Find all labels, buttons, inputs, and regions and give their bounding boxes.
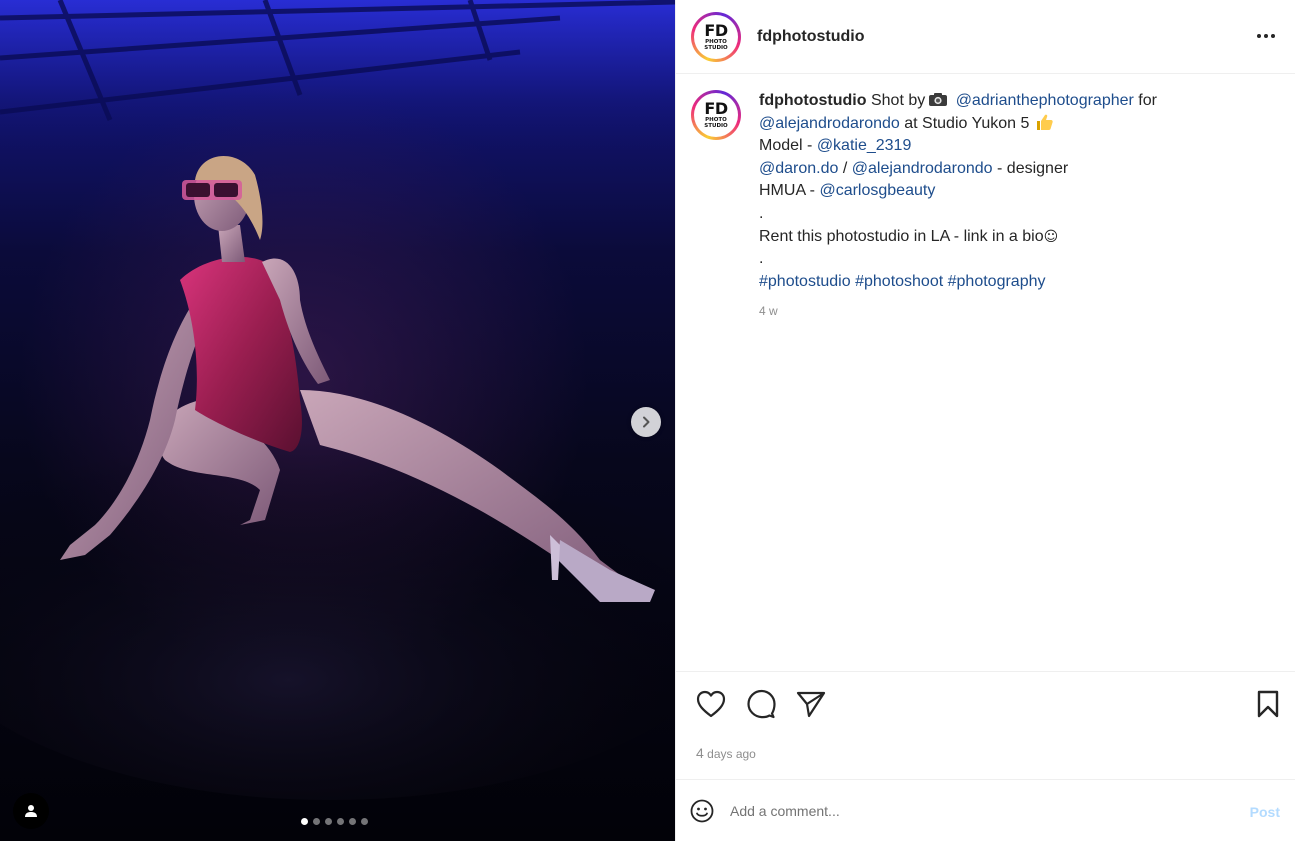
posted-date[interactable]: 4 days ago <box>696 745 756 761</box>
caption-line-4: @daron.do / @alejandrodarondo - designer <box>759 158 1269 181</box>
comment-button[interactable] <box>746 689 776 719</box>
share-button[interactable] <box>796 689 826 719</box>
more-options-icon <box>1264 34 1268 38</box>
post-media[interactable] <box>0 0 675 841</box>
carousel-dot <box>361 818 368 825</box>
slash-text: / <box>842 159 848 177</box>
logo-main-text: FD <box>704 99 728 118</box>
posted-date-unit: days ago <box>707 747 756 761</box>
carousel-dot <box>349 818 356 825</box>
user-icon <box>25 805 37 817</box>
mention-hmua[interactable]: @carlosgbeauty <box>819 182 935 199</box>
more-options-button[interactable] <box>1254 26 1278 46</box>
caption-line-7: Rent this photostudio in LA - link in a … <box>759 226 1269 249</box>
hashtag-photography[interactable]: #photography <box>948 273 1046 290</box>
caption-text: fdphotostudio Shot by @adrianthephotogra… <box>759 90 1269 323</box>
rent-text: Rent this photostudio in LA - link in a … <box>759 227 1044 245</box>
hashtag-photoshoot[interactable]: #photoshoot <box>855 273 943 290</box>
comment-bar: Post <box>676 779 1295 841</box>
smile-emoji: ☺ <box>1043 228 1059 245</box>
save-button[interactable] <box>1253 689 1283 719</box>
shot-by-text: Shot by <box>870 92 926 109</box>
camera-emoji-icon <box>929 93 948 106</box>
model-label: Model - <box>759 137 813 155</box>
caption-block: FD PHOTO STUDIO fdphotostudio Shot by @a… <box>691 90 1281 323</box>
logo-line-2: STUDIO <box>704 123 728 129</box>
carousel-dots <box>301 818 368 825</box>
posted-date-number: 4 <box>696 745 704 761</box>
caption-line-5: HMUA - @carlosgbeauty <box>759 180 1269 203</box>
post-side-panel: FD PHOTO STUDIO fdphotostudio FD PHOTO S… <box>675 0 1295 841</box>
caption-avatar[interactable]: FD PHOTO STUDIO <box>691 90 741 140</box>
heart-icon <box>696 690 726 718</box>
avatar[interactable]: FD PHOTO STUDIO <box>691 11 741 62</box>
logo-main-text: FD <box>704 20 728 40</box>
carousel-dot <box>301 818 308 825</box>
mention-designer-2[interactable]: @alejandrodarondo <box>852 160 993 177</box>
header-username[interactable]: fdphotostudio <box>757 28 865 46</box>
fd-logo: FD PHOTO STUDIO <box>694 93 738 137</box>
like-button[interactable] <box>696 689 726 719</box>
mention-photographer[interactable]: @adrianthephotographer <box>956 92 1134 109</box>
tagged-users-button[interactable] <box>13 793 49 829</box>
thumbs-up-emoji-icon <box>1036 114 1053 130</box>
emoji-icon[interactable] <box>690 799 714 823</box>
more-options-icon <box>1257 34 1261 38</box>
post-comment-button[interactable]: Post <box>1250 804 1280 820</box>
caption-line-2: @alejandrodarondo at Studio Yukon 5 <box>759 113 1269 136</box>
designer-suffix: - designer <box>997 159 1069 177</box>
model-photo <box>0 156 675 800</box>
bookmark-icon <box>1257 690 1279 718</box>
caption-line-6: . <box>759 204 764 222</box>
for-text: for <box>1138 92 1157 109</box>
carousel-dot <box>325 818 332 825</box>
carousel-next-button[interactable] <box>631 407 661 437</box>
caption-line-3: Model - @katie_2319 <box>759 135 1269 158</box>
caption-username[interactable]: fdphotostudio <box>759 92 867 109</box>
comment-icon <box>747 689 776 719</box>
mention-daron[interactable]: @daron.do <box>759 160 838 177</box>
more-options-icon <box>1271 34 1275 38</box>
carousel-dot <box>313 818 320 825</box>
caption-line-8: . <box>759 250 764 268</box>
mention-model[interactable]: @katie_2319 <box>817 137 912 154</box>
studio-text: at Studio Yukon 5 <box>904 114 1030 132</box>
hashtag-photostudio[interactable]: #photostudio <box>759 273 851 290</box>
caption-line-1: fdphotostudio Shot by @adrianthephotogra… <box>759 90 1269 113</box>
comment-input[interactable] <box>730 802 1210 819</box>
carousel-dot <box>337 818 344 825</box>
logo-line-2: STUDIO <box>704 44 728 51</box>
mention-designer[interactable]: @alejandrodarondo <box>759 115 900 132</box>
post-header: FD PHOTO STUDIO fdphotostudio <box>676 0 1295 74</box>
caption-timestamp[interactable]: 4 w <box>759 300 1269 323</box>
hmua-label: HMUA - <box>759 182 815 200</box>
chevron-right-icon <box>643 416 650 428</box>
actions-section: 4 days ago <box>676 671 1295 779</box>
fd-logo: FD PHOTO STUDIO <box>694 14 738 59</box>
send-icon <box>796 691 826 718</box>
caption-line-9: #photostudio #photoshoot #photography <box>759 271 1269 294</box>
